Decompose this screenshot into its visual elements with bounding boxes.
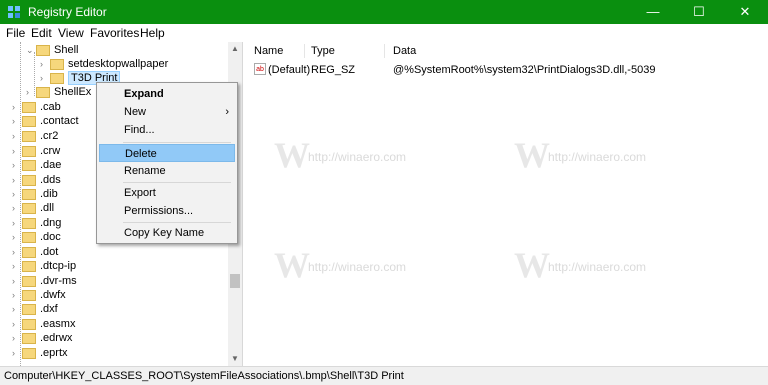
expand-chevron-icon[interactable]: ›: [26, 84, 36, 100]
context-menu: Expand New › Find... Delete Rename Export…: [96, 82, 238, 244]
folder-icon: [22, 101, 36, 113]
folder-icon: [22, 174, 36, 186]
value-data[interactable]: @%SystemRoot%\system32\PrintDialogs3D.dl…: [393, 62, 655, 78]
title-bar: Registry Editor — ☐ ✕: [0, 0, 768, 24]
expand-chevron-icon[interactable]: ›: [12, 258, 22, 274]
tree-node-ext[interactable]: › .edrwx: [12, 330, 72, 346]
folder-icon: [36, 44, 50, 56]
window-title: Registry Editor: [28, 5, 107, 19]
column-divider[interactable]: [384, 44, 385, 58]
folder-icon: [50, 72, 64, 84]
close-button[interactable]: ✕: [722, 0, 768, 24]
column-type[interactable]: Type: [311, 45, 335, 57]
folder-icon: [22, 246, 36, 258]
folder-icon: [22, 145, 36, 157]
menu-separator: [123, 142, 231, 143]
folder-icon: [22, 130, 36, 142]
folder-icon: [22, 303, 36, 315]
status-bar: Computer\HKEY_CLASSES_ROOT\SystemFileAss…: [0, 366, 768, 385]
minimize-button[interactable]: —: [630, 0, 676, 24]
current-key-path: Computer\HKEY_CLASSES_ROOT\SystemFileAss…: [4, 370, 404, 382]
folder-icon: [22, 260, 36, 272]
scroll-down-icon[interactable]: ▼: [231, 354, 239, 363]
menu-item-permissions[interactable]: Permissions...: [99, 202, 235, 220]
tree-node-ext[interactable]: › .cr2: [12, 128, 58, 144]
value-name[interactable]: (Default): [268, 62, 310, 78]
folder-icon: [22, 202, 36, 214]
folder-icon: [22, 231, 36, 243]
menu-separator: [123, 222, 231, 223]
watermark-logo-icon: W: [514, 245, 550, 285]
submenu-arrow-icon: ›: [225, 106, 229, 118]
watermark-text: http://winaero.com: [308, 150, 407, 164]
menu-bar: File Edit View Favorites Help: [0, 24, 768, 42]
folder-icon: [22, 275, 36, 287]
menu-edit[interactable]: Edit: [31, 26, 52, 40]
menu-help[interactable]: Help: [140, 26, 165, 40]
menu-item-export[interactable]: Export: [99, 184, 235, 202]
column-divider[interactable]: [304, 44, 305, 58]
folder-icon: [22, 289, 36, 301]
expand-chevron-icon[interactable]: ›: [12, 301, 22, 317]
menu-file[interactable]: File: [6, 26, 25, 40]
tree-node-shellex[interactable]: › ShellEx: [26, 84, 91, 100]
values-list[interactable]: Name Type Data ab (Default) REG_SZ @%Sys…: [244, 42, 768, 366]
folder-icon: [36, 86, 50, 98]
folder-icon: [22, 318, 36, 330]
string-value-icon: ab: [254, 63, 266, 75]
menu-item-new[interactable]: New ›: [99, 103, 235, 121]
menu-favorites[interactable]: Favorites: [90, 26, 139, 40]
tree-node-ext[interactable]: › .dae: [12, 157, 61, 173]
expand-chevron-icon[interactable]: ›: [12, 229, 22, 245]
menu-item-copy-key-name[interactable]: Copy Key Name: [99, 224, 235, 242]
collapse-chevron-icon[interactable]: ⌄: [26, 42, 36, 58]
menu-item-expand[interactable]: Expand: [99, 85, 235, 103]
menu-item-delete[interactable]: Delete: [99, 144, 235, 162]
expand-chevron-icon[interactable]: ›: [12, 345, 22, 361]
column-data[interactable]: Data: [393, 45, 416, 57]
folder-icon: [50, 58, 64, 70]
scroll-up-icon[interactable]: ▲: [231, 44, 239, 53]
value-type[interactable]: REG_SZ: [311, 62, 355, 78]
folder-icon: [22, 332, 36, 344]
tree-node-ext[interactable]: › .dtcp-ip: [12, 258, 76, 274]
column-name[interactable]: Name: [254, 45, 283, 57]
folder-icon: [22, 159, 36, 171]
menu-separator: [123, 182, 231, 183]
watermark-logo-icon: W: [514, 135, 550, 175]
menu-item-rename[interactable]: Rename: [99, 162, 235, 180]
watermark-logo-icon: W: [274, 135, 310, 175]
registry-app-icon: [8, 6, 20, 18]
menu-item-find[interactable]: Find...: [99, 121, 235, 139]
tree-node-ext[interactable]: › .eprtx: [12, 345, 68, 361]
expand-chevron-icon[interactable]: ›: [12, 200, 22, 216]
scrollbar-thumb[interactable]: [230, 274, 240, 288]
folder-icon: [22, 188, 36, 200]
tree-node-ext[interactable]: › .contact: [12, 113, 79, 129]
expand-chevron-icon[interactable]: ›: [12, 330, 22, 346]
expand-chevron-icon[interactable]: ›: [12, 113, 22, 129]
folder-icon: [22, 217, 36, 229]
tree-node-ext[interactable]: › .doc: [12, 229, 61, 245]
expand-chevron-icon[interactable]: ›: [12, 128, 22, 144]
folder-icon: [22, 347, 36, 359]
maximize-button[interactable]: ☐: [676, 0, 722, 24]
expand-chevron-icon[interactable]: ›: [12, 157, 22, 173]
folder-icon: [22, 115, 36, 127]
watermark-text: http://winaero.com: [548, 260, 647, 274]
watermark-text: http://winaero.com: [548, 150, 647, 164]
watermark-text: http://winaero.com: [308, 260, 407, 274]
tree-node-ext[interactable]: › .dll: [12, 200, 54, 216]
menu-view[interactable]: View: [58, 26, 84, 40]
tree-node-ext[interactable]: › .dxf: [12, 301, 58, 317]
watermark-logo-icon: W: [274, 245, 310, 285]
